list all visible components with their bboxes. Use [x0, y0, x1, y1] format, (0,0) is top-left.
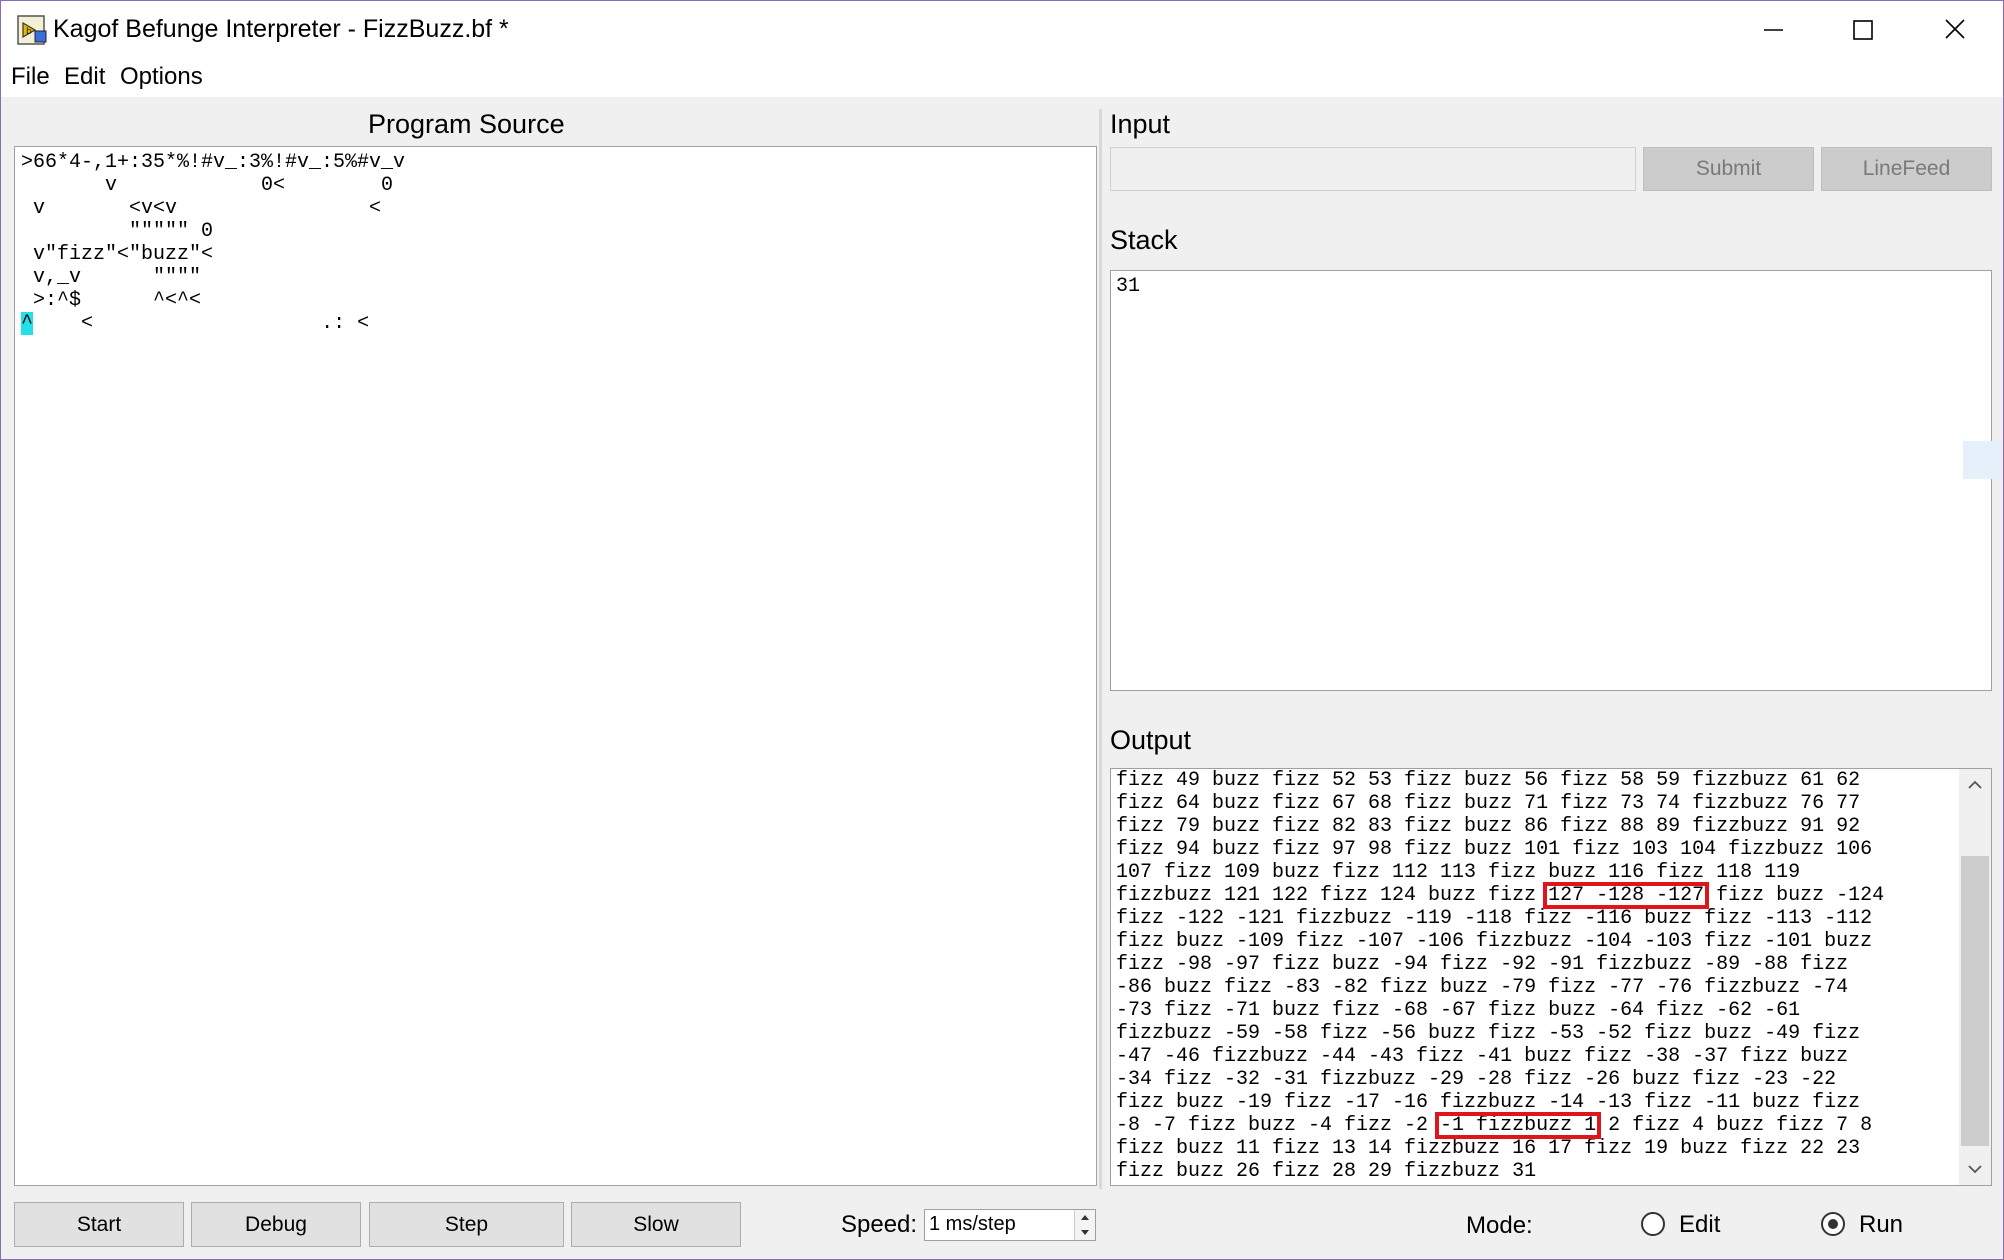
source-line: >66*4-,1+:35*%!#v_:3%!#v_:5%#v_v — [21, 151, 406, 174]
source-line-text: < .: < — [33, 312, 370, 335]
slow-button[interactable]: Slow — [571, 1202, 741, 1247]
output-line: 107 fizz 109 buzz fizz 112 113 fizz buzz… — [1116, 861, 1801, 884]
mode-edit-label: Edit — [1679, 1211, 1721, 1238]
stack-label: Stack — [1110, 225, 1178, 255]
menu-file[interactable]: File — [11, 63, 50, 91]
stack-display: 31 — [1110, 270, 1992, 691]
program-source-label: Program Source — [368, 109, 565, 139]
input-label: Input — [1110, 109, 1171, 139]
output-line: fizz -122 -121 fizzbuzz -119 -118 fizz -… — [1116, 907, 1873, 930]
linefeed-button[interactable]: LineFeed — [1821, 147, 1992, 191]
output-display: fizz 49 buzz fizz 52 53 fizz buzz 56 fiz… — [1110, 768, 1992, 1186]
start-button[interactable]: Start — [14, 1202, 184, 1247]
menu-edit[interactable]: Edit — [64, 63, 105, 91]
output-line: fizz 79 buzz fizz 82 83 fizz buzz 86 fiz… — [1116, 815, 1861, 838]
output-line: -73 fizz -71 buzz fizz -68 -67 fizz buzz… — [1116, 999, 1801, 1022]
overflow-highlight-box — [1543, 882, 1710, 909]
stepper-up-icon[interactable] — [1075, 1210, 1095, 1225]
close-icon — [1945, 19, 1965, 39]
stack-values: 31 — [1116, 275, 1141, 298]
submit-button[interactable]: Submit — [1643, 147, 1814, 191]
close-button[interactable] — [1909, 1, 2001, 59]
source-line-last: ^ < .: < — [21, 312, 369, 335]
output-line: -47 -46 fizzbuzz -44 -43 fizz -41 buzz f… — [1116, 1045, 1849, 1068]
window-title: Kagof Befunge Interpreter - FizzBuzz.bf … — [53, 15, 509, 43]
source-line: v 0< 0 — [21, 174, 394, 197]
minimize-icon — [1764, 29, 1783, 31]
app-window: b Kagof Befunge Interpreter - FizzBuzz.b… — [0, 0, 2004, 1260]
menu-bar: File Edit Options — [1, 59, 2003, 97]
input-field[interactable] — [1110, 147, 1636, 191]
stepper-down-icon[interactable] — [1075, 1225, 1095, 1240]
mode-edit-radio[interactable] — [1641, 1212, 1665, 1236]
source-line: v"fizz"<"buzz"< — [21, 243, 214, 266]
collapsed-panel-tab[interactable] — [1963, 441, 2001, 479]
radio-selected-dot — [1828, 1219, 1838, 1229]
mode-run-label: Run — [1859, 1211, 1904, 1238]
menu-options[interactable]: Options — [120, 63, 203, 91]
output-line: fizz 64 buzz fizz 67 68 fizz buzz 71 fiz… — [1116, 792, 1861, 815]
output-line: fizz 49 buzz fizz 52 53 fizz buzz 56 fiz… — [1116, 769, 1861, 792]
output-line: fizz 94 buzz fizz 97 98 fizz buzz 101 fi… — [1116, 838, 1873, 861]
title-bar: b Kagof Befunge Interpreter - FizzBuzz.b… — [1, 1, 2003, 59]
zero-crossing-highlight-box — [1435, 1112, 1602, 1139]
minimize-button[interactable] — [1727, 1, 1819, 59]
program-source-editor[interactable]: >66*4-,1+:35*%!#v_:3%!#v_:5%#v_v v 0< 0 … — [14, 146, 1097, 1186]
speed-label: Speed: — [841, 1211, 918, 1238]
scroll-thumb[interactable] — [1961, 856, 1989, 1146]
output-line: -34 fizz -32 -31 fizzbuzz -29 -28 fizz -… — [1116, 1068, 1837, 1091]
output-line: fizz buzz 11 fizz 13 14 fizzbuzz 16 17 f… — [1116, 1137, 1861, 1160]
output-line: fizz buzz 26 fizz 28 29 fizzbuzz 31 — [1116, 1160, 1537, 1183]
mode-edit-option[interactable]: Edit — [1641, 1211, 1751, 1241]
output-scrollbar[interactable] — [1959, 769, 1991, 1185]
speed-stepper[interactable] — [1074, 1210, 1095, 1240]
maximize-button[interactable] — [1817, 1, 1909, 59]
source-line: v,_v """" — [21, 266, 202, 289]
output-line: fizz buzz -109 fizz -107 -106 fizzbuzz -… — [1116, 930, 1873, 953]
scroll-up-icon[interactable] — [1959, 769, 1991, 801]
output-label: Output — [1110, 725, 1192, 755]
output-line: fizzbuzz -59 -58 fizz -56 buzz fizz -53 … — [1116, 1022, 1861, 1045]
source-line: >:^$ ^<^< — [21, 289, 202, 312]
svg-text:b: b — [26, 27, 32, 37]
debug-button[interactable]: Debug — [191, 1202, 361, 1247]
scroll-down-icon[interactable] — [1959, 1153, 1991, 1185]
mode-run-radio[interactable] — [1821, 1212, 1845, 1236]
mode-run-option[interactable]: Run — [1821, 1211, 1931, 1241]
maximize-icon — [1853, 20, 1873, 40]
output-line: fizz buzz -19 fizz -17 -16 fizzbuzz -14 … — [1116, 1091, 1861, 1114]
pane-splitter[interactable] — [1099, 109, 1102, 1189]
output-line: fizz -98 -97 fizz buzz -94 fizz -92 -91 … — [1116, 953, 1849, 976]
output-line: fizzbuzz 121 122 fizz 124 buzz fizz 127 … — [1116, 884, 1885, 907]
step-button[interactable]: Step — [369, 1202, 564, 1247]
source-line: """"" 0 — [21, 220, 214, 243]
befunge-app-icon: b — [17, 15, 47, 45]
source-line: v <v<v < — [21, 197, 382, 220]
output-line: -86 buzz fizz -83 -82 fizz buzz -79 fizz… — [1116, 976, 1849, 999]
program-counter-cell: ^ — [21, 312, 34, 335]
speed-spinner[interactable]: 1 ms/step — [924, 1209, 1096, 1241]
speed-value: 1 ms/step — [929, 1213, 1016, 1235]
mode-label: Mode: — [1466, 1212, 1533, 1239]
